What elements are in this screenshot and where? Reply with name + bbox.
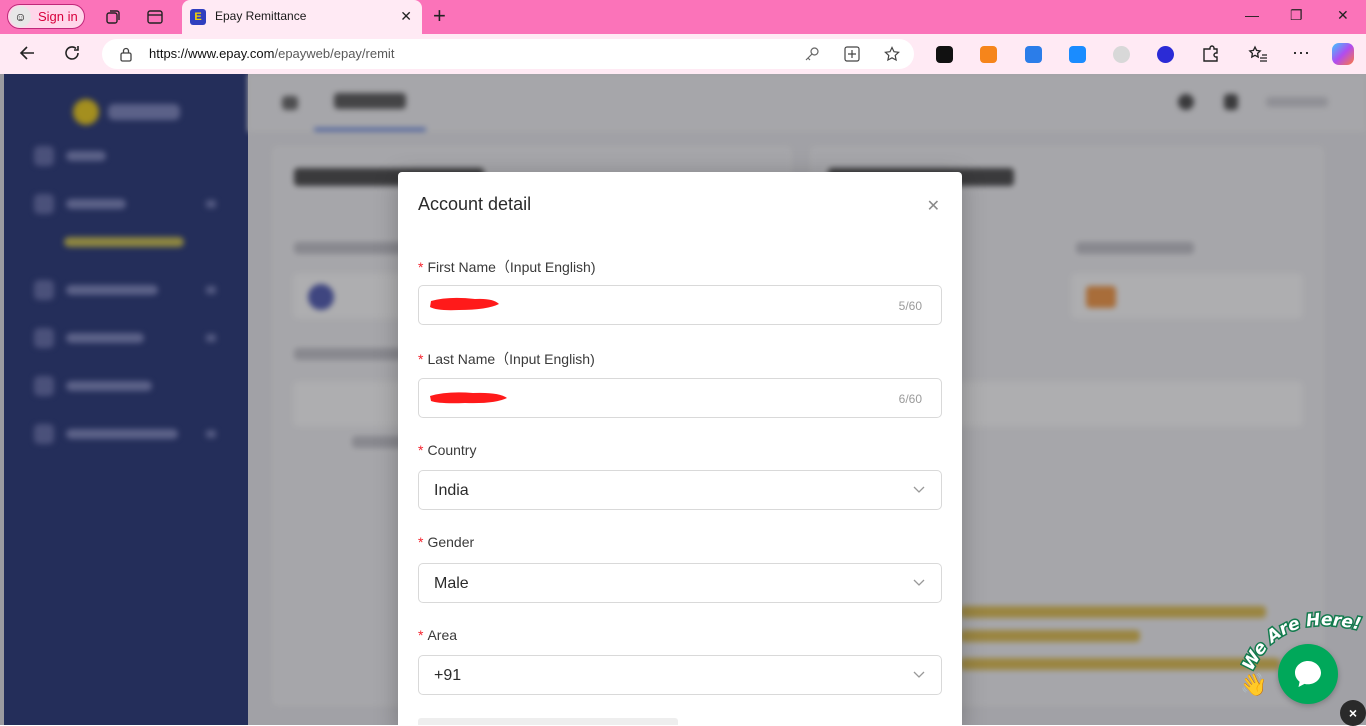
dialog-title: Account detail bbox=[418, 194, 532, 214]
extension-1-icon[interactable] bbox=[936, 46, 953, 63]
last-name-label: * Last Name（Input English) bbox=[418, 351, 595, 367]
last-name-char-count: 6/60 bbox=[898, 392, 922, 406]
extension-3-icon[interactable] bbox=[1025, 46, 1042, 63]
extension-6-icon[interactable] bbox=[1157, 46, 1174, 63]
first-name-label: * First Name（Input English) bbox=[418, 259, 596, 275]
chat-bubble-icon bbox=[1295, 661, 1321, 687]
first-name-char-count: 5/60 bbox=[898, 299, 922, 313]
chat-dismiss-button[interactable]: × bbox=[1340, 700, 1366, 726]
tab-close-icon[interactable]: ✕ bbox=[400, 8, 412, 25]
address-bar[interactable]: https://www.epay.com/epayweb/epay/remit bbox=[102, 39, 914, 69]
tab-actions-icon[interactable] bbox=[146, 8, 164, 26]
country-label: * Country bbox=[418, 442, 477, 458]
area-code-select[interactable]: +91 bbox=[418, 655, 942, 695]
browser-toolbar: https://www.epay.com/epayweb/epay/remit … bbox=[0, 34, 1366, 74]
key-icon[interactable] bbox=[804, 46, 820, 62]
url-text[interactable]: https://www.epay.com/epayweb/epay/remit bbox=[149, 46, 394, 61]
copilot-icon[interactable] bbox=[1332, 43, 1354, 65]
extension-5-icon[interactable] bbox=[1113, 46, 1130, 63]
redaction-mark bbox=[430, 297, 499, 311]
lock-icon[interactable] bbox=[119, 46, 133, 62]
chevron-down-icon bbox=[913, 671, 925, 678]
chevron-down-icon bbox=[913, 579, 925, 586]
workspaces-icon[interactable] bbox=[104, 8, 122, 26]
more-menu-icon[interactable]: ⋯ bbox=[1292, 43, 1310, 64]
epay-favicon-icon: E bbox=[190, 9, 206, 25]
window-close-icon[interactable]: ✕ bbox=[1337, 7, 1349, 24]
favorites-list-icon[interactable] bbox=[1248, 45, 1268, 65]
dialog-close-icon[interactable]: ✕ bbox=[927, 196, 940, 216]
account-detail-dialog: Account detail ✕ * First Name（Input Engli… bbox=[398, 172, 962, 725]
profile-avatar-icon: ☺ bbox=[10, 6, 31, 27]
gender-select[interactable]: Male bbox=[418, 563, 942, 603]
waving-hand-icon: 👋 bbox=[1240, 672, 1267, 696]
restore-icon[interactable]: ❐ bbox=[1290, 7, 1303, 24]
live-chat-button[interactable] bbox=[1278, 644, 1338, 704]
back-arrow-icon[interactable] bbox=[18, 43, 38, 63]
gender-label: * Gender bbox=[418, 534, 475, 550]
last-name-input[interactable]: 6/60 bbox=[418, 378, 942, 418]
app-install-icon[interactable] bbox=[844, 46, 860, 62]
sign-in-label: Sign in bbox=[38, 9, 78, 24]
gender-value: Male bbox=[434, 575, 469, 592]
browser-tab-strip: ☺ Sign in E Epay Remittance ✕ + — ❐ ✕ bbox=[0, 0, 1366, 34]
download-extension-icon[interactable] bbox=[1069, 46, 1086, 63]
minimize-icon[interactable]: — bbox=[1245, 7, 1259, 23]
extensions-puzzle-icon[interactable] bbox=[1200, 45, 1220, 65]
favorite-star-icon[interactable] bbox=[884, 46, 900, 62]
new-tab-icon[interactable]: + bbox=[433, 5, 446, 27]
tab-epay-remittance[interactable]: E Epay Remittance ✕ bbox=[182, 0, 422, 34]
area-code-value: +91 bbox=[434, 667, 462, 684]
next-field-label-cutoff bbox=[418, 718, 678, 725]
country-select[interactable]: India bbox=[418, 470, 942, 510]
country-value: India bbox=[434, 482, 469, 499]
page-background: Account detail ✕ * First Name（Input Engli… bbox=[0, 74, 1366, 725]
first-name-input[interactable]: 5/60 bbox=[418, 285, 942, 325]
chevron-down-icon bbox=[913, 486, 925, 493]
area-label: * Area bbox=[418, 627, 458, 643]
tab-title: Epay Remittance bbox=[215, 9, 307, 23]
sign-in-button[interactable]: ☺ Sign in bbox=[7, 4, 85, 29]
redaction-mark bbox=[430, 392, 507, 404]
refresh-icon[interactable] bbox=[62, 43, 82, 63]
metamask-icon[interactable] bbox=[980, 46, 997, 63]
